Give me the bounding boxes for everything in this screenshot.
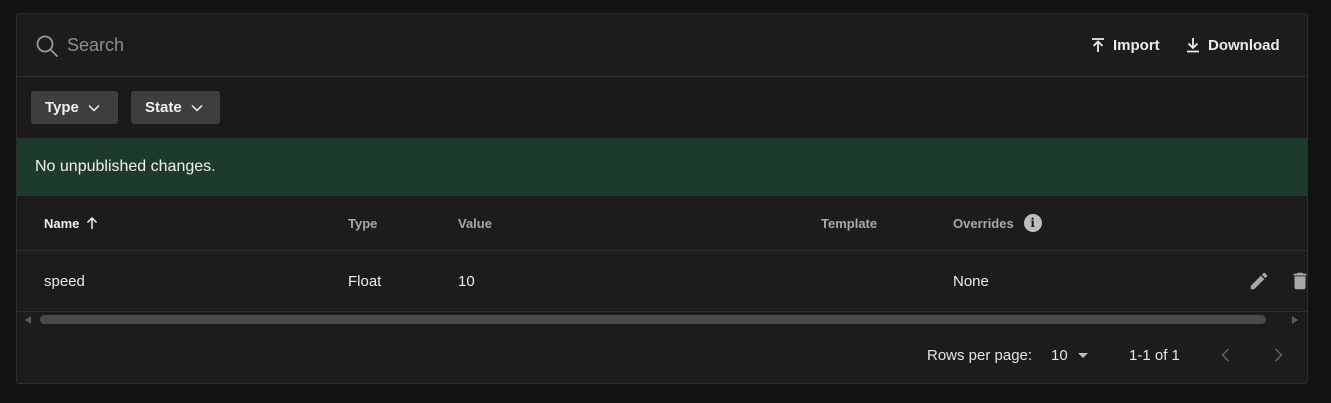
search-input[interactable] xyxy=(67,30,667,60)
page-range: 1-1 of 1 xyxy=(1129,346,1180,364)
column-value-label: Value xyxy=(458,215,492,231)
chevron-down-icon xyxy=(88,104,100,112)
column-header-value: Value xyxy=(458,196,492,250)
arrow-up-icon xyxy=(87,216,98,229)
column-name-label: Name xyxy=(44,215,80,231)
search-bar: Import Download xyxy=(17,14,1307,77)
chevron-down-icon xyxy=(191,104,203,112)
pagination: Rows per page: 10 1-1 of 1 xyxy=(17,327,1307,383)
column-template-label: Template xyxy=(821,215,878,231)
download-button[interactable]: Download xyxy=(1185,34,1280,56)
scrollbar-thumb[interactable] xyxy=(40,315,1266,324)
state-filter[interactable]: State xyxy=(131,91,220,124)
column-header-template: Template xyxy=(821,196,877,250)
status-banner: No unpublished changes. xyxy=(17,138,1307,196)
import-button[interactable]: Import xyxy=(1090,34,1160,56)
info-icon[interactable]: i xyxy=(1023,214,1042,232)
chevron-left-icon[interactable] xyxy=(1216,345,1236,365)
column-type-label: Type xyxy=(348,215,378,231)
table-header: Name Type Value Template Overrides i xyxy=(17,196,1307,251)
horizontal-scrollbar[interactable] xyxy=(17,313,1307,327)
trash-icon[interactable] xyxy=(1289,270,1308,292)
scroll-right-arrow-icon[interactable] xyxy=(1292,316,1298,324)
pencil-icon[interactable] xyxy=(1248,270,1270,292)
download-label: Download xyxy=(1208,36,1280,54)
column-header-name[interactable]: Name xyxy=(44,196,99,250)
column-overrides-label: Overrides xyxy=(953,215,1014,231)
type-filter[interactable]: Type xyxy=(31,91,118,124)
import-label: Import xyxy=(1113,36,1160,54)
variables-panel: Import Download Type State No unpub xyxy=(16,13,1308,384)
cell-overrides: None xyxy=(953,272,989,290)
search-icon xyxy=(36,35,58,57)
column-header-type: Type xyxy=(348,196,377,250)
rows-per-page-select[interactable]: 10 xyxy=(1051,327,1088,383)
type-filter-label: Type xyxy=(45,99,79,116)
download-icon xyxy=(1187,38,1199,53)
filter-row: Type State xyxy=(17,77,1307,137)
table-row[interactable]: speed Float 10 None xyxy=(17,251,1307,312)
rows-per-page-label: Rows per page: xyxy=(927,346,1033,364)
chevron-right-icon[interactable] xyxy=(1268,345,1288,365)
cell-name: speed xyxy=(44,272,85,290)
status-banner-text: No unpublished changes. xyxy=(35,158,216,175)
state-filter-label: State xyxy=(145,99,182,116)
column-header-overrides: Overrides i xyxy=(953,196,1042,250)
scroll-left-arrow-icon[interactable] xyxy=(25,316,31,324)
cell-value: 10 xyxy=(458,272,475,290)
cell-type: Float xyxy=(348,272,382,290)
caret-down-icon xyxy=(1077,352,1088,358)
rows-per-page-value: 10 xyxy=(1051,346,1068,364)
upload-icon xyxy=(1092,38,1104,52)
